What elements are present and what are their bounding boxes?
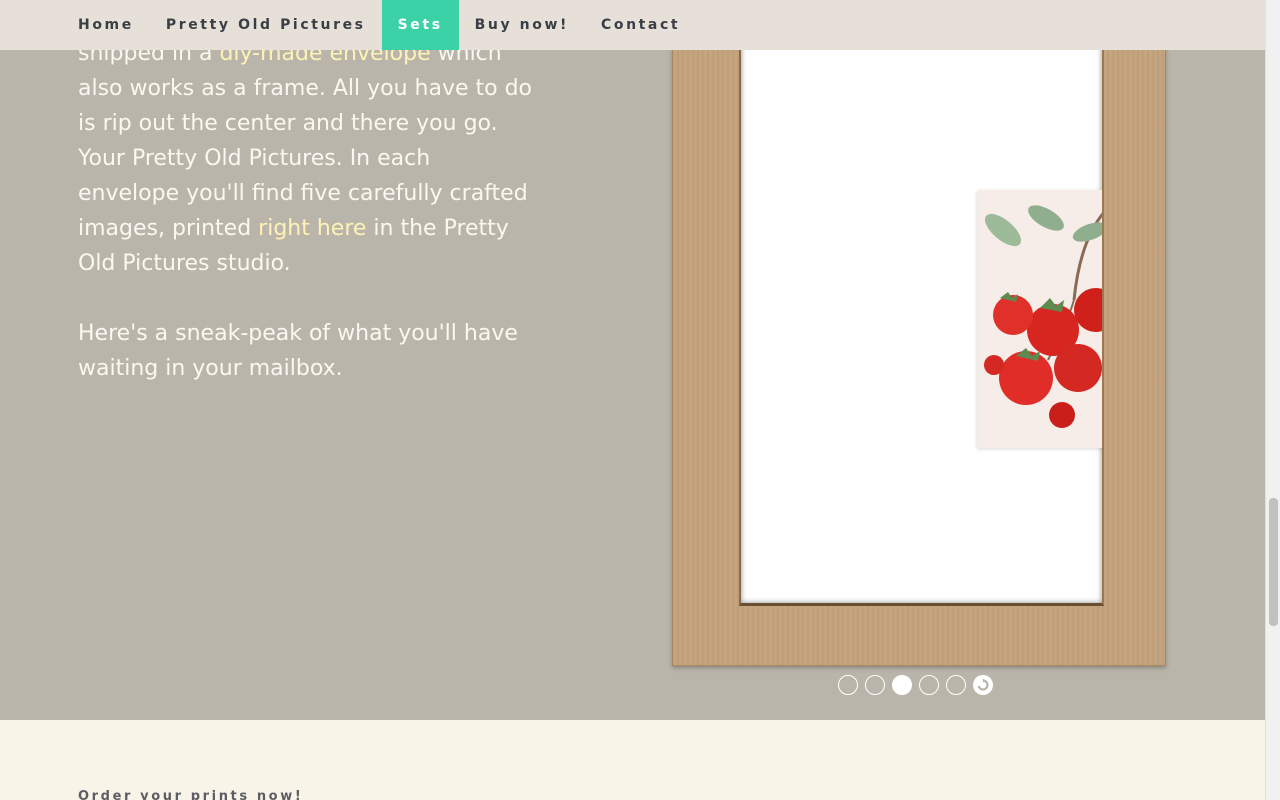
slide-dot-1[interactable] [838,675,858,695]
nav-item-pretty-old-pictures[interactable]: Pretty Old Pictures [150,0,382,50]
nav-item-buy-now[interactable]: Buy now! [459,0,585,50]
scrollbar-thumb[interactable] [1269,498,1278,626]
top-navigation: Home Pretty Old Pictures Sets Buy now! C… [0,0,1265,50]
replay-arrow-icon [977,678,989,691]
replay-icon[interactable] [973,675,993,695]
sneak-peek-paragraph: Here's a sneak-peak of what you'll have … [78,321,518,381]
slide-dot-3[interactable] [892,675,912,695]
slider-pagination [838,675,993,695]
nav-item-contact[interactable]: Contact [585,0,696,50]
intro-text-part-2: which also works as a frame. All you hav… [78,41,532,241]
nav-item-home[interactable]: Home [62,0,150,50]
intro-text: shipped in a diy-made envelope which als… [78,36,538,386]
slide-dot-5[interactable] [946,675,966,695]
slide-paper [739,40,1104,606]
page-scrollbar[interactable] [1265,0,1280,800]
nav-item-sets[interactable]: Sets [381,0,459,50]
order-section-title: Order your prints now! [78,789,304,800]
strawberry-print-image [978,190,1102,448]
slide-dot-4[interactable] [919,675,939,695]
slide-dot-2[interactable] [865,675,885,695]
strawberry-illustration [978,190,1102,448]
right-here-link[interactable]: right here [258,216,366,241]
order-section: Order your prints now! [0,720,1265,800]
intro-paragraph: shipped in a diy-made envelope which als… [78,36,538,281]
